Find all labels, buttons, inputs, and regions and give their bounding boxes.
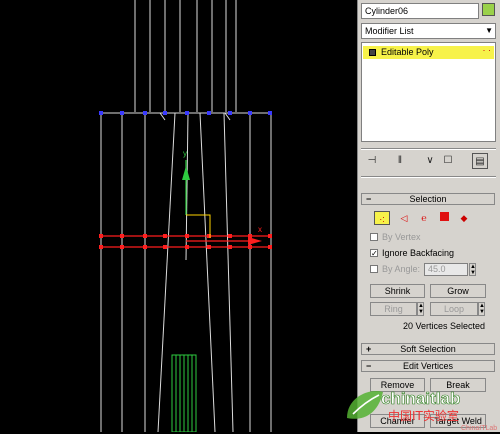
ring-button[interactable]: Ring: [370, 302, 417, 316]
by-vertex-checkbox[interactable]: [370, 233, 378, 241]
edge-icon[interactable]: ◁: [396, 211, 412, 225]
ring-spinner[interactable]: ▲ ▼: [417, 302, 424, 316]
shrink-button[interactable]: Shrink: [370, 284, 425, 298]
loop-button[interactable]: Loop: [430, 302, 478, 316]
divider: [361, 148, 496, 150]
viewport-canvas: y x: [99, 0, 272, 432]
vertex-indicator-icon: · ·: [482, 45, 492, 55]
stack-item-editable-poly[interactable]: Editable Poly · ·: [363, 45, 494, 59]
grow-button[interactable]: Grow: [430, 284, 486, 298]
upper-cylinder-wireframe: [134, 0, 237, 112]
angle-spinner[interactable]: ▲ ▼: [469, 263, 476, 276]
ignore-backfacing-checkbox[interactable]: ✓: [370, 249, 378, 258]
green-object-wireframe: [171, 354, 197, 432]
watermark-wordmark: ChinaITLab: [461, 425, 497, 432]
pin-stack-icon[interactable]: ⊣: [364, 153, 380, 169]
gizmo-y-label: y: [183, 149, 187, 158]
make-unique-icon[interactable]: ∨: [422, 153, 438, 169]
watermark-logo: chinaitlab 中国IT实验室 ChinaITLab: [343, 382, 500, 432]
divider: [361, 176, 496, 178]
ignore-backfacing-label: Ignore Backfacing: [382, 248, 455, 258]
modifier-list-dropdown[interactable]: Modifier List ▼: [361, 23, 496, 39]
by-vertex-label: By Vertex: [382, 232, 421, 242]
chevron-down-icon: ▼: [485, 26, 493, 35]
show-end-result-icon[interactable]: ‖: [392, 153, 408, 169]
by-angle-checkbox[interactable]: [370, 265, 378, 273]
modifier-list-value: Modifier List: [365, 26, 414, 36]
by-angle-label: By Angle:: [382, 264, 421, 274]
edit-vertices-rollout-header[interactable]: − Edit Vertices: [361, 360, 495, 372]
soft-selection-rollout-header[interactable]: + Soft Selection: [361, 343, 495, 355]
element-icon[interactable]: ◆: [456, 211, 472, 225]
watermark-leaf-icon: [347, 391, 383, 419]
angle-value-field[interactable]: 45.0: [424, 263, 468, 276]
stack-item-label: Editable Poly: [381, 47, 434, 57]
polygon-icon[interactable]: [436, 211, 452, 225]
command-panel-modify: Cylinder06 Modifier List ▼ Editable Poly…: [357, 0, 500, 432]
perspective-viewport[interactable]: y x: [0, 0, 357, 432]
object-color-swatch[interactable]: [482, 3, 495, 16]
vertex-icon[interactable]: ·:: [374, 211, 390, 225]
selection-status: 20 Vertices Selected: [403, 321, 486, 331]
selection-rollout-header[interactable]: − Selection: [361, 193, 495, 205]
modifier-stack: Editable Poly · ·: [361, 42, 496, 142]
watermark-brand: chinaitlab: [381, 389, 460, 408]
configure-modifier-sets-icon[interactable]: ▤: [472, 153, 488, 169]
gizmo-x-label: x: [258, 225, 262, 234]
expand-icon[interactable]: [369, 49, 376, 56]
object-name-field[interactable]: Cylinder06: [361, 3, 479, 19]
watermark-tagline: 中国IT实验室: [388, 408, 459, 423]
loop-spinner[interactable]: ▲ ▼: [478, 302, 485, 316]
remove-modifier-icon[interactable]: ☐: [440, 153, 456, 169]
border-icon[interactable]: ℮: [416, 211, 432, 225]
